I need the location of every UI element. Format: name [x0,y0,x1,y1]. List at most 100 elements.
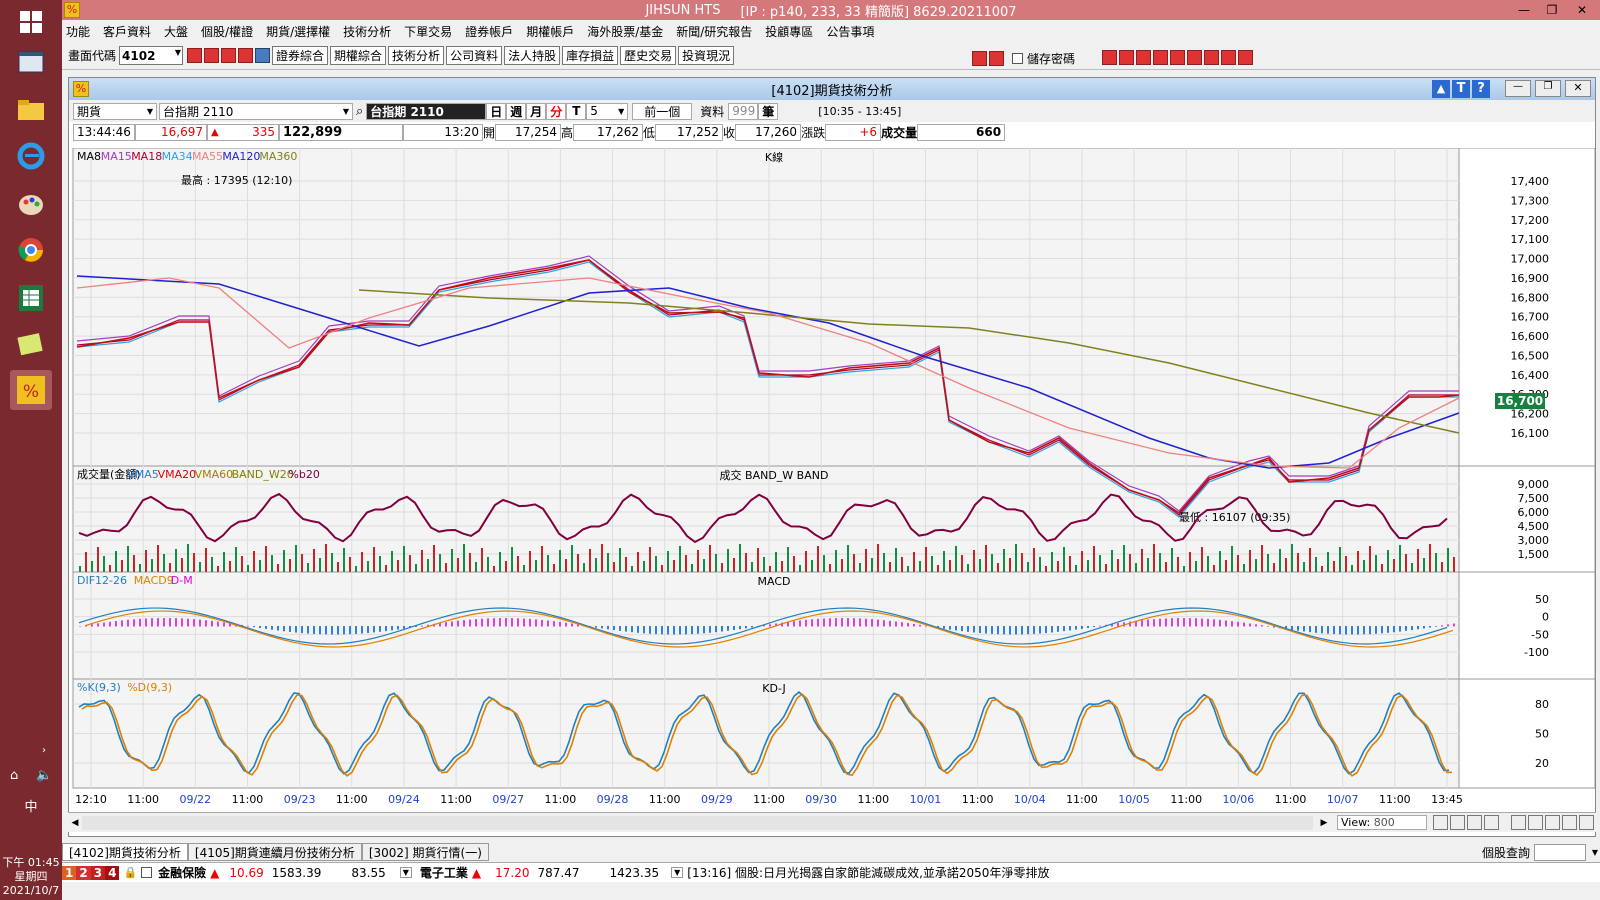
window-split-icon[interactable] [1545,815,1560,830]
menu-technical[interactable]: 技術分析 [343,23,391,40]
tool-save-icon[interactable] [1136,50,1151,65]
menu-stocks-warrants[interactable]: 個股/權證 [201,23,253,40]
pencil-icon[interactable] [1562,815,1577,830]
tool-draw-icon[interactable] [1119,50,1134,65]
lock-icon[interactable]: 🔒 [123,866,137,879]
history-trades-button[interactable]: 歷史交易 [620,46,677,65]
type-select[interactable]: 期貨 ▼ [73,102,157,120]
menu-overseas[interactable]: 海外股票/基金 [587,23,663,40]
chevron-down-icon[interactable]: ▼ [399,867,412,878]
layout-icon[interactable] [1528,815,1543,830]
sticky-notes-icon[interactable] [10,324,52,364]
tool-print-icon[interactable] [1187,50,1202,65]
menu-futures-account[interactable]: 期權帳戶 [526,23,574,40]
indicator-icon[interactable] [1511,815,1526,830]
company-info-button[interactable]: 公司資料 [446,46,503,65]
menu-securities-account[interactable]: 證券帳戶 [465,23,513,40]
windows-start-icon[interactable] [10,2,52,42]
jihsun-hts-taskbar-icon[interactable]: % [10,370,52,410]
menu-customer[interactable]: 客戶資料 [103,23,151,40]
close-button[interactable]: ✕ [1568,0,1596,20]
taskbar-clock[interactable]: 下午 01:45 星期四 2021/10/7 [0,856,62,898]
tray-volume-muted-icon[interactable]: 🔈 [36,768,52,783]
menu-futures-options[interactable]: 期貨/選擇權 [266,23,330,40]
menu-function[interactable]: 功能 [66,23,90,40]
tab-4102[interactable]: [4102]期貨技術分析 [62,843,188,861]
menu-order[interactable]: 下單交易 [404,23,452,40]
news-ticker[interactable]: [13:16] 個股:日月光揭露自家節能減碳成效,並承諾2050年淨零排放 [687,864,1049,881]
tool-delete-icon[interactable] [1238,50,1253,65]
stock-query-input[interactable] [1534,843,1586,861]
tool-grid-icon[interactable] [1153,50,1168,65]
plus-icon[interactable] [972,51,987,66]
ime-indicator[interactable]: 中 [0,796,62,815]
sub-close-button[interactable]: ✕ [1565,80,1591,97]
save-password-checkbox[interactable] [1012,53,1023,64]
contract-select[interactable]: 台指期 2110 ▼ [159,102,353,120]
technical-analysis-button[interactable]: 技術分析 [388,46,445,65]
scroll-left-icon[interactable]: ◀ [68,818,82,828]
plus-alt-icon[interactable] [989,51,1004,66]
tool-copy-icon[interactable] [1204,50,1219,65]
page-4-button[interactable]: 4 [105,865,120,880]
gear-icon[interactable] [1579,815,1594,830]
dropdown-icon[interactable] [255,48,271,63]
help-icon[interactable]: ? [1472,80,1490,98]
chevron-down-icon[interactable]: ▼ [1592,848,1598,857]
futures-summary-button[interactable]: 期權綜合 [330,46,387,65]
period-minute-button[interactable]: 分 [546,102,567,120]
interval-select[interactable]: 5 ▼ [586,102,629,120]
view-field[interactable]: View: 800 [1337,815,1427,830]
data-count-input[interactable]: 999 [728,102,759,120]
paint-icon[interactable] [10,184,52,224]
menu-advisory[interactable]: 投顧專區 [765,23,813,40]
screen-code-input[interactable]: 4102 ▼ [119,46,184,65]
chevron-down-icon[interactable]: ▼ [175,48,181,57]
page-1-button[interactable]: 1 [62,865,77,880]
chart-icon[interactable] [238,48,254,63]
page-3-button[interactable]: 3 [90,865,106,880]
scroll-right-icon[interactable]: ▶ [1317,818,1331,828]
period-day-button[interactable]: 日 [486,102,507,120]
investment-status-button[interactable]: 投資現況 [678,46,735,65]
restore-button[interactable]: ❐ [1538,0,1566,20]
zoom-in-icon[interactable] [1450,815,1465,830]
folder-icon[interactable] [221,48,237,63]
period-week-button[interactable]: 週 [506,102,527,120]
securities-summary-button[interactable]: 證券綜合 [272,46,329,65]
period-tick-button[interactable]: T [566,102,587,120]
sub-maximize-button[interactable]: ❐ [1535,80,1561,97]
zoom-out-icon[interactable] [1467,815,1482,830]
tab-3002[interactable]: [3002] 期貨行情(一) [361,843,489,861]
scroll-track[interactable] [82,815,1313,830]
file-explorer-icon[interactable] [10,90,52,130]
chrome-icon[interactable] [10,230,52,270]
previous-button[interactable]: 前一個 [632,102,693,120]
chart-scroll-bar[interactable]: ◀ ▶ View: 800 [68,812,1596,832]
chevron-down-icon[interactable]: ▼ [671,867,684,878]
refresh-icon[interactable] [1484,815,1499,830]
spreadsheet-icon[interactable] [10,278,52,318]
menu-announcements[interactable]: 公告事項 [826,23,874,40]
search-icon[interactable]: ⌕ [356,104,363,119]
tab-4105[interactable]: [4105]期貨連續月份技術分析 [187,843,362,861]
menu-news[interactable]: 新聞/研究報告 [676,23,752,40]
page-2-button[interactable]: 2 [76,865,91,880]
task-view-icon[interactable] [10,42,52,82]
minimize-button[interactable]: — [1510,0,1538,20]
ticker-checkbox[interactable] [141,867,153,878]
text-t-icon[interactable]: T [1452,80,1470,98]
arrow-up-icon[interactable]: ▲ [1432,80,1450,98]
sub-minimize-button[interactable]: — [1505,80,1531,97]
tool-edit-icon[interactable] [1102,50,1117,65]
technical-chart[interactable]: 12:10 11:00 09/22 11:00 09/23 11:00 09/24 11:00… [69,148,1595,820]
tool-settings-icon[interactable] [1221,50,1236,65]
tray-network-icon[interactable]: ⌂ [10,768,18,783]
menu-market[interactable]: 大盤 [164,23,188,40]
period-month-button[interactable]: 月 [526,102,547,120]
tool-text-icon[interactable] [1170,50,1185,65]
internet-explorer-icon[interactable] [10,136,52,176]
search-icon[interactable] [187,48,203,63]
zoom-fit-icon[interactable] [1433,815,1448,830]
inventory-pnl-button[interactable]: 庫存損益 [562,46,619,65]
